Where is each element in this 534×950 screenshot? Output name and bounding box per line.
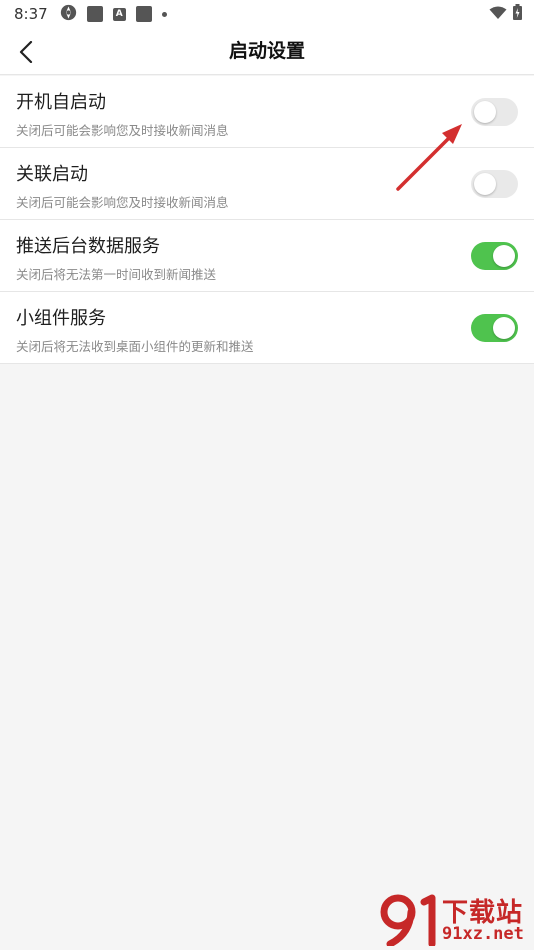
square-icon: [86, 6, 103, 22]
setting-row-associated-start: 关联启动 关闭后可能会影响您及时接收新闻消息: [0, 148, 534, 220]
associated-start-toggle[interactable]: [471, 170, 518, 198]
status-time: 8:37: [14, 5, 48, 23]
setting-title: 开机自启动: [16, 92, 106, 113]
status-right: [489, 4, 522, 24]
page-title: 启动设置: [228, 40, 305, 62]
toggle-knob: [474, 101, 496, 123]
setting-row-push-service: 推送后台数据服务 关闭后将无法第一时间收到新闻推送: [0, 220, 534, 292]
watermark: 下载站 91xz.net: [380, 892, 530, 948]
screen: 8:37 A 启动设置 开机自启动 关闭后可能会影响您及时接收新闻消息 关联启动…: [0, 0, 534, 950]
dot-icon: [161, 11, 167, 17]
setting-description: 关闭后可能会影响您及时接收新闻消息: [16, 195, 229, 210]
setting-title: 推送后台数据服务: [16, 236, 160, 257]
setting-description: 关闭后将无法收到桌面小组件的更新和推送: [16, 339, 254, 354]
toggle-knob: [493, 245, 515, 267]
aperture-icon: [60, 4, 77, 25]
widget-service-toggle[interactable]: [471, 314, 518, 342]
square-icon: [135, 6, 152, 22]
setting-row-auto-start: 开机自启动 关闭后可能会影响您及时接收新闻消息: [0, 76, 534, 148]
header: 启动设置: [0, 28, 534, 75]
setting-row-widget-service: 小组件服务 关闭后将无法收到桌面小组件的更新和推送: [0, 292, 534, 364]
watermark-logo-icon: [380, 894, 436, 946]
status-bar: 8:37 A: [0, 0, 534, 28]
toggle-knob: [493, 317, 515, 339]
wifi-icon: [489, 5, 507, 24]
settings-list: 开机自启动 关闭后可能会影响您及时接收新闻消息 关联启动 关闭后可能会影响您及时…: [0, 76, 534, 364]
push-service-toggle[interactable]: [471, 242, 518, 270]
battery-icon: [513, 4, 522, 24]
a-icon: A: [112, 7, 126, 21]
toggle-knob: [474, 173, 496, 195]
watermark-url: 91xz.net: [442, 924, 524, 944]
setting-description: 关闭后可能会影响您及时接收新闻消息: [16, 123, 229, 138]
setting-title: 关联启动: [16, 164, 88, 185]
setting-title: 小组件服务: [16, 308, 106, 329]
auto-start-toggle[interactable]: [471, 98, 518, 126]
setting-description: 关闭后将无法第一时间收到新闻推送: [16, 267, 217, 282]
